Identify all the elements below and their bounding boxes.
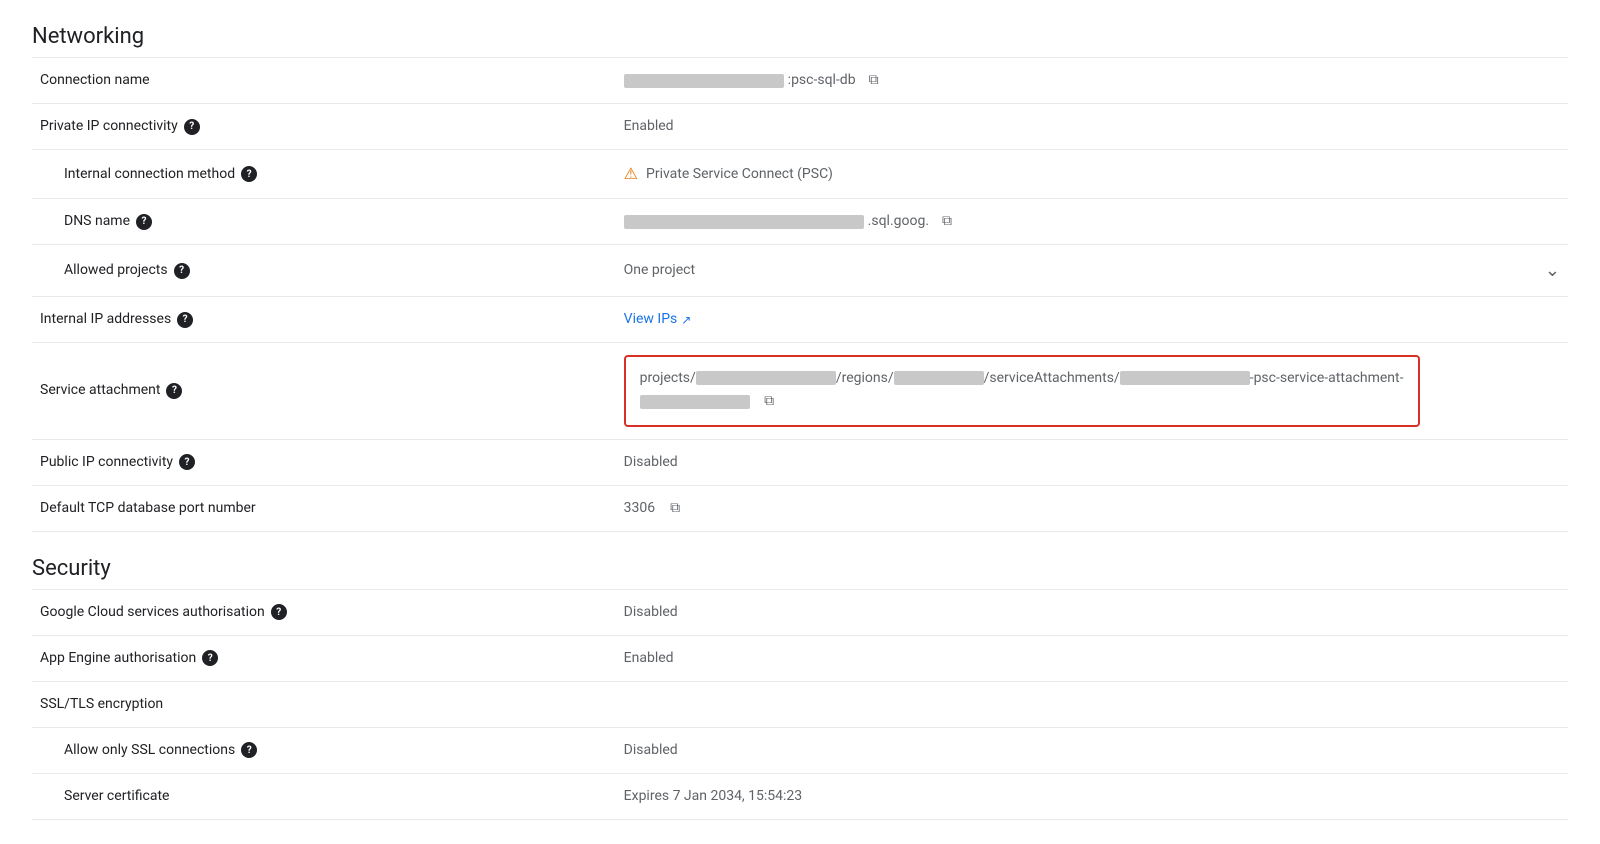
table-row: Connection name :psc-sql-db ⧉ (32, 58, 1568, 104)
service-attachment-label: Service attachment ? (32, 343, 616, 440)
dns-name-redacted (624, 215, 864, 229)
sa-suffix: -psc-service-attachment- (1250, 370, 1404, 386)
table-row: Internal connection method ? ⚠ Private S… (32, 150, 1568, 199)
dns-name-value: .sql.goog. ⧉ (616, 199, 1568, 245)
private-ip-help-icon[interactable]: ? (184, 119, 200, 135)
table-row: Public IP connectivity ? Disabled (32, 439, 1568, 485)
allow-ssl-label: Allow only SSL connections ? (32, 727, 616, 773)
tcp-port-label: Default TCP database port number (32, 485, 616, 531)
tcp-port-value: 3306 ⧉ (616, 485, 1568, 531)
internal-ip-value: View IPs ↗ (616, 297, 1568, 343)
table-row: App Engine authorisation ? Enabled (32, 635, 1568, 681)
dns-name-help-icon[interactable]: ? (136, 214, 152, 230)
app-engine-auth-value: Enabled (616, 635, 1568, 681)
public-ip-value: Disabled (616, 439, 1568, 485)
ssl-tls-label: SSL/TLS encryption (32, 681, 616, 727)
public-ip-label: Public IP connectivity ? (32, 439, 616, 485)
ssl-tls-value (616, 681, 1568, 727)
table-row: Service attachment ? projects/ /regions/ /… (32, 343, 1568, 440)
sa-prefix: projects/ (640, 370, 696, 386)
private-ip-label: Private IP connectivity ? (32, 104, 616, 150)
server-cert-value: Expires 7 Jan 2034, 15:54:23 (616, 773, 1568, 819)
internal-ip-help-icon[interactable]: ? (177, 312, 193, 328)
gcs-auth-help-icon[interactable]: ? (271, 604, 287, 620)
app-engine-auth-help-icon[interactable]: ? (202, 650, 218, 666)
table-row: SSL/TLS encryption (32, 681, 1568, 727)
allowed-projects-help-icon[interactable]: ? (174, 263, 190, 279)
allowed-projects-chevron-icon[interactable]: ⌄ (1545, 257, 1560, 284)
sa-redacted-2 (894, 371, 984, 385)
allow-ssl-help-icon[interactable]: ? (241, 742, 257, 758)
service-attachment-value: projects/ /regions/ /serviceAttachments/ -p… (616, 343, 1568, 440)
internal-connection-method-label: Internal connection method ? (32, 150, 616, 199)
table-row: Private IP connectivity ? Enabled (32, 104, 1568, 150)
server-cert-label: Server certificate (32, 773, 616, 819)
connection-name-copy-icon[interactable]: ⧉ (864, 71, 884, 91)
dns-name-copy-icon[interactable]: ⧉ (937, 212, 957, 232)
table-row: Server certificate Expires 7 Jan 2034, 1… (32, 773, 1568, 819)
security-table: Google Cloud services authorisation ? Di… (32, 589, 1568, 820)
service-attachment-copy-icon[interactable]: ⧉ (759, 392, 779, 412)
internal-ip-label: Internal IP addresses ? (32, 297, 616, 343)
internal-connection-method-value: ⚠ Private Service Connect (PSC) (616, 150, 1568, 199)
service-attachment-box: projects/ /regions/ /serviceAttachments/ -p… (624, 355, 1420, 427)
private-ip-value: Enabled (616, 104, 1568, 150)
dns-name-label: DNS name ? (32, 199, 616, 245)
sa-redacted-1 (696, 371, 836, 385)
service-attachment-help-icon[interactable]: ? (166, 383, 182, 399)
public-ip-help-icon[interactable]: ? (179, 454, 195, 470)
allowed-projects-label: Allowed projects ? (32, 245, 616, 297)
gcs-auth-label: Google Cloud services authorisation ? (32, 589, 616, 635)
app-engine-auth-label: App Engine authorisation ? (32, 635, 616, 681)
internal-connection-help-icon[interactable]: ? (241, 166, 257, 182)
security-title: Security (32, 556, 1568, 581)
connection-name-label: Connection name (32, 58, 616, 104)
connection-name-value: :psc-sql-db ⧉ (616, 58, 1568, 104)
table-row: DNS name ? .sql.goog. ⧉ (32, 199, 1568, 245)
warning-icon: ⚠ (624, 162, 638, 186)
table-row: Google Cloud services authorisation ? Di… (32, 589, 1568, 635)
external-link-icon: ↗ (681, 311, 691, 329)
networking-table: Connection name :psc-sql-db ⧉ Private IP… (32, 57, 1568, 532)
sa-middle-2: /serviceAttachments/ (984, 370, 1120, 386)
connection-name-redacted (624, 74, 784, 88)
table-row: Default TCP database port number 3306 ⧉ (32, 485, 1568, 531)
table-row: Internal IP addresses ? View IPs ↗ (32, 297, 1568, 343)
tcp-port-copy-icon[interactable]: ⧉ (665, 498, 685, 518)
dns-name-suffix: .sql.goog. (868, 211, 929, 232)
networking-title: Networking (32, 24, 1568, 49)
table-row: Allowed projects ? One project ⌄ (32, 245, 1568, 297)
sa-middle-1: /regions/ (836, 370, 894, 386)
view-ips-link[interactable]: View IPs ↗ (624, 309, 1560, 330)
sa-redacted-3 (1120, 371, 1250, 385)
allow-ssl-value: Disabled (616, 727, 1568, 773)
gcs-auth-value: Disabled (616, 589, 1568, 635)
connection-name-suffix: :psc-sql-db (788, 70, 856, 91)
sa-redacted-4 (640, 395, 750, 409)
allowed-projects-value: One project ⌄ (616, 245, 1568, 297)
table-row: Allow only SSL connections ? Disabled (32, 727, 1568, 773)
